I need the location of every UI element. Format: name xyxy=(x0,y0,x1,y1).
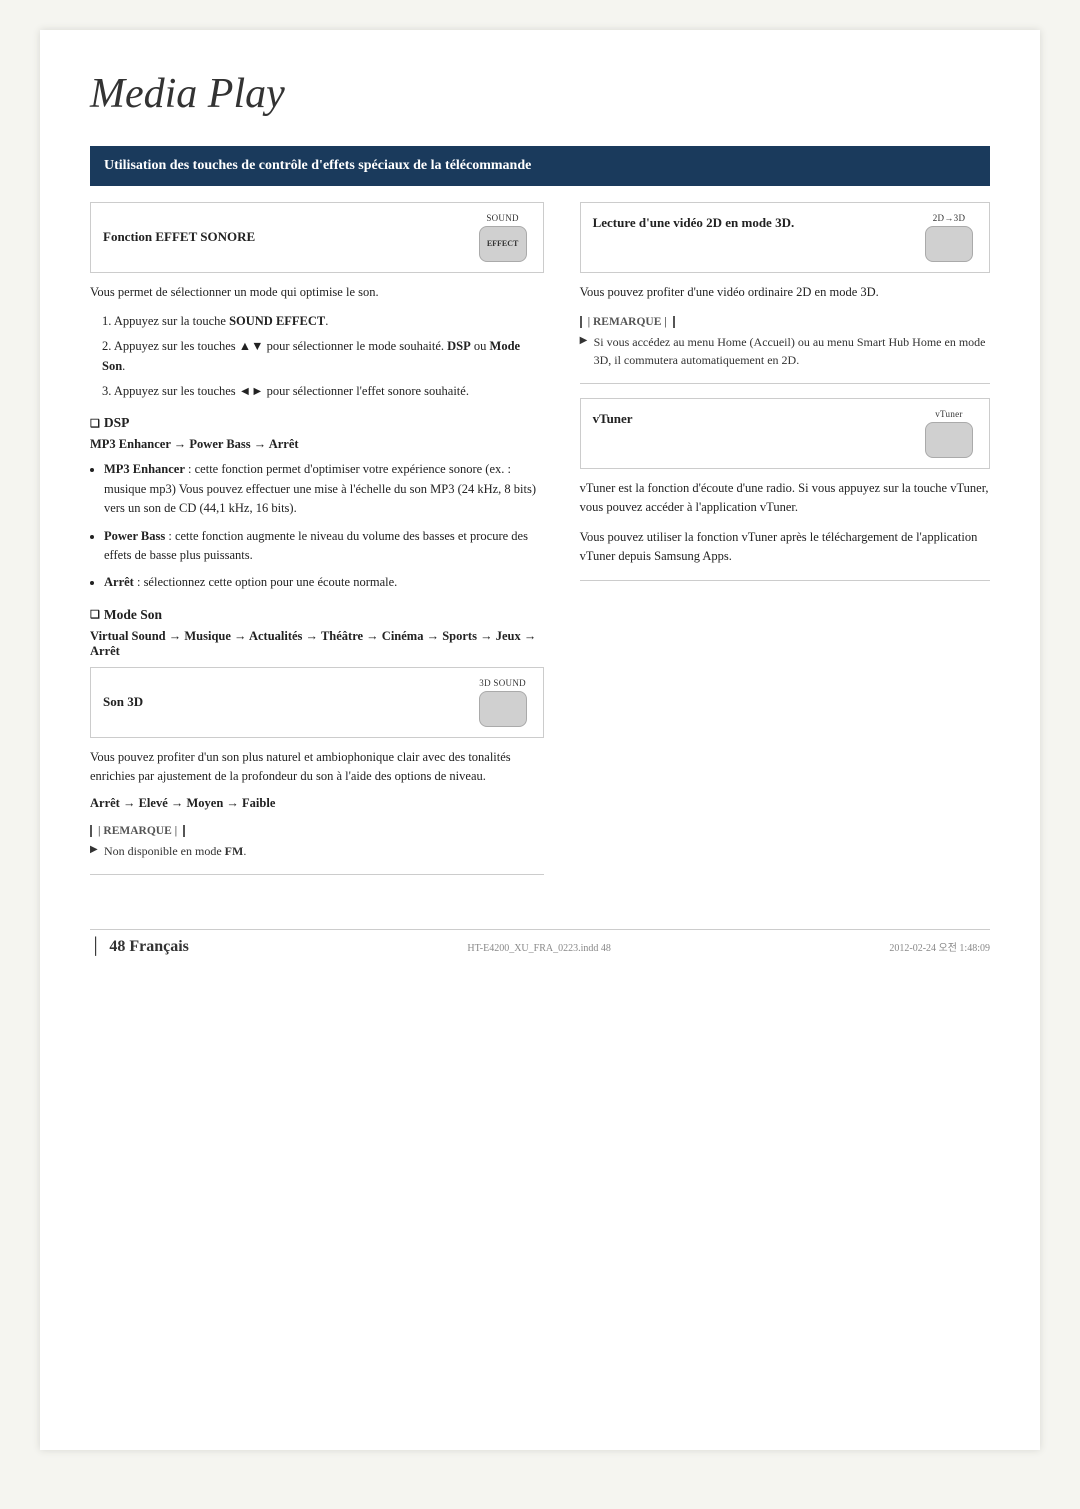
footer: │ 48 Français HT-E4200_XU_FRA_0223.indd … xyxy=(90,929,990,956)
lecture-button: 2D→3D xyxy=(921,213,977,262)
son3d-btn-label: 3D SOUND xyxy=(479,678,526,688)
step-2: Appuyez sur les touches ▲▼ pour sélectio… xyxy=(98,337,544,376)
son3d-chain: Arrêt → Elevé → Moyen → Faible xyxy=(90,796,544,811)
right-column: Lecture d'une vidéo 2D en mode 3D. 2D→3D… xyxy=(580,202,990,890)
step-1: Appuyez sur la touche SOUND EFFECT. xyxy=(98,312,544,331)
step-3: Appuyez sur les touches ◄► pour sélectio… xyxy=(98,382,544,401)
lecture-note: | REMARQUE | Si vous accédez au menu Hom… xyxy=(580,312,990,369)
vtuner-label: vTuner xyxy=(593,409,633,427)
bullet-powerbass: Power Bass : cette fonction augmente le … xyxy=(104,527,544,566)
right-divider-1 xyxy=(580,383,990,384)
section-header: Utilisation des touches de contrôle d'ef… xyxy=(90,146,990,186)
modeson-title: Mode Son xyxy=(90,607,544,623)
modeson-chain: Virtual Sound → Musique → Actualités → T… xyxy=(90,629,544,659)
footer-date: 2012-02-24 오전 1:48:09 xyxy=(889,938,990,956)
steps-list: Appuyez sur la touche SOUND EFFECT. Appu… xyxy=(98,312,544,402)
son3d-note: | REMARQUE | Non disponible en mode FM. xyxy=(90,821,544,860)
left-column: Fonction EFFET SONORE SOUND EFFECT Vous … xyxy=(90,202,544,890)
dsp-bullets: MP3 Enhancer : cette fonction permet d'o… xyxy=(104,460,544,592)
son3d-note-header: | REMARQUE | xyxy=(90,825,185,837)
vtuner-feature-row: vTuner vTuner xyxy=(580,398,990,469)
bullet-arret: Arrêt : sélectionnez cette option pour u… xyxy=(104,573,544,592)
son3d-feature-row: Son 3D 3D SOUND xyxy=(90,667,544,738)
sound-effect-button: SOUND EFFECT xyxy=(475,213,531,262)
vtuner-btn-body xyxy=(925,422,973,458)
footer-language: Français xyxy=(129,938,189,955)
lecture-feature-row: Lecture d'une vidéo 2D en mode 3D. 2D→3D xyxy=(580,202,990,273)
son3d-btn-body xyxy=(479,691,527,727)
son3d-label: Son 3D xyxy=(103,694,143,710)
dsp-title: DSP xyxy=(90,415,544,431)
sound-effect-feature-row: Fonction EFFET SONORE SOUND EFFECT xyxy=(90,202,544,273)
footer-page-number: │ 48 Français xyxy=(90,938,189,956)
lecture-label: Lecture d'une vidéo 2D en mode 3D. xyxy=(593,213,795,231)
page: Media Play Utilisation des touches de co… xyxy=(40,30,1040,1450)
right-divider-2 xyxy=(580,580,990,581)
intro-text: Vous permet de sélectionner un mode qui … xyxy=(90,283,544,302)
vtuner-text2: Vous pouvez utiliser la fonction vTuner … xyxy=(580,528,990,567)
lecture-note-item: Si vous accédez au menu Home (Accueil) o… xyxy=(580,333,990,369)
footer-pipe: │ xyxy=(90,938,101,955)
two-column-layout: Fonction EFFET SONORE SOUND EFFECT Vous … xyxy=(90,202,990,890)
dsp-chain: MP3 Enhancer → Power Bass → Arrêt xyxy=(90,437,544,452)
vtuner-text1: vTuner est la fonction d'écoute d'une ra… xyxy=(580,479,990,518)
page-title: Media Play xyxy=(90,70,990,118)
son3d-button: 3D SOUND xyxy=(475,678,531,727)
vtuner-btn-label: vTuner xyxy=(935,409,962,419)
vtuner-button: vTuner xyxy=(921,409,977,458)
lecture-note-header: | REMARQUE | xyxy=(580,316,675,328)
sound-effect-btn-label: SOUND xyxy=(486,213,519,223)
sound-effect-label: Fonction EFFET SONORE xyxy=(103,229,255,245)
lecture-text: Vous pouvez profiter d'une vidéo ordinai… xyxy=(580,283,990,302)
lecture-btn-label: 2D→3D xyxy=(933,213,966,223)
son3d-text: Vous pouvez profiter d'un son plus natur… xyxy=(90,748,544,787)
left-divider xyxy=(90,874,544,875)
son3d-note-item: Non disponible en mode FM. xyxy=(90,842,544,860)
lecture-btn-body xyxy=(925,226,973,262)
footer-file: HT-E4200_XU_FRA_0223.indd 48 xyxy=(467,938,611,956)
sound-effect-btn-body: EFFECT xyxy=(479,226,527,262)
bullet-mp3: MP3 Enhancer : cette fonction permet d'o… xyxy=(104,460,544,518)
page-number: 48 xyxy=(109,938,125,955)
